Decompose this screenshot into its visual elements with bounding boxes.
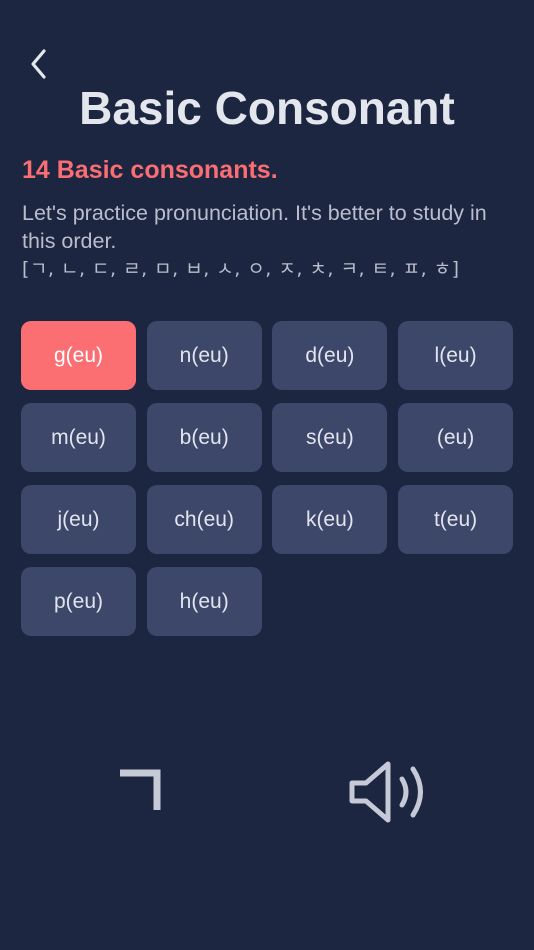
- description-text: Let's practice pronunciation. It's bette…: [22, 201, 487, 253]
- consonant-button-n[interactable]: n(eu): [146, 321, 262, 390]
- chevron-left-icon: [31, 49, 46, 79]
- speaker-volume-icon: [349, 761, 423, 823]
- consonant-button-p[interactable]: p(eu): [21, 567, 136, 636]
- consonant-button-l[interactable]: l(eu): [398, 321, 514, 390]
- consonant-button-k[interactable]: k(eu): [272, 485, 388, 554]
- consonant-button-j[interactable]: j(eu): [21, 485, 136, 554]
- consonant-button-m[interactable]: m(eu): [21, 403, 136, 472]
- consonant-button-s[interactable]: s(eu): [272, 403, 388, 472]
- consonant-button-ch[interactable]: ch(eu): [146, 485, 262, 554]
- consonant-button-b[interactable]: b(eu): [146, 403, 262, 472]
- page-title: Basic Consonant: [79, 82, 455, 134]
- consonant-grid: g(eu) n(eu) d(eu) l(eu) m(eu) b(eu) s(eu…: [21, 321, 514, 636]
- section-subtitle: 14 Basic consonants.: [22, 156, 278, 184]
- consonant-button-ieung[interactable]: (eu): [398, 403, 514, 472]
- consonant-button-d[interactable]: d(eu): [272, 321, 388, 390]
- consonant-button-h[interactable]: h(eu): [146, 567, 262, 636]
- practice-description: Let's practice pronunciation. It's bette…: [22, 199, 502, 283]
- consonant-button-g[interactable]: g(eu): [21, 321, 136, 390]
- consonant-button-t[interactable]: t(eu): [398, 485, 514, 554]
- consonant-glyph-image: [120, 769, 161, 810]
- selected-consonant-glyph: [80, 742, 204, 842]
- play-sound-button[interactable]: [342, 752, 442, 832]
- back-button[interactable]: [22, 44, 56, 84]
- consonant-order: [ㄱ, ㄴ, ㄷ, ㄹ, ㅁ, ㅂ, ㅅ, ㅇ, ㅈ, ㅊ, ㅋ, ㅌ, ㅍ, …: [22, 258, 460, 280]
